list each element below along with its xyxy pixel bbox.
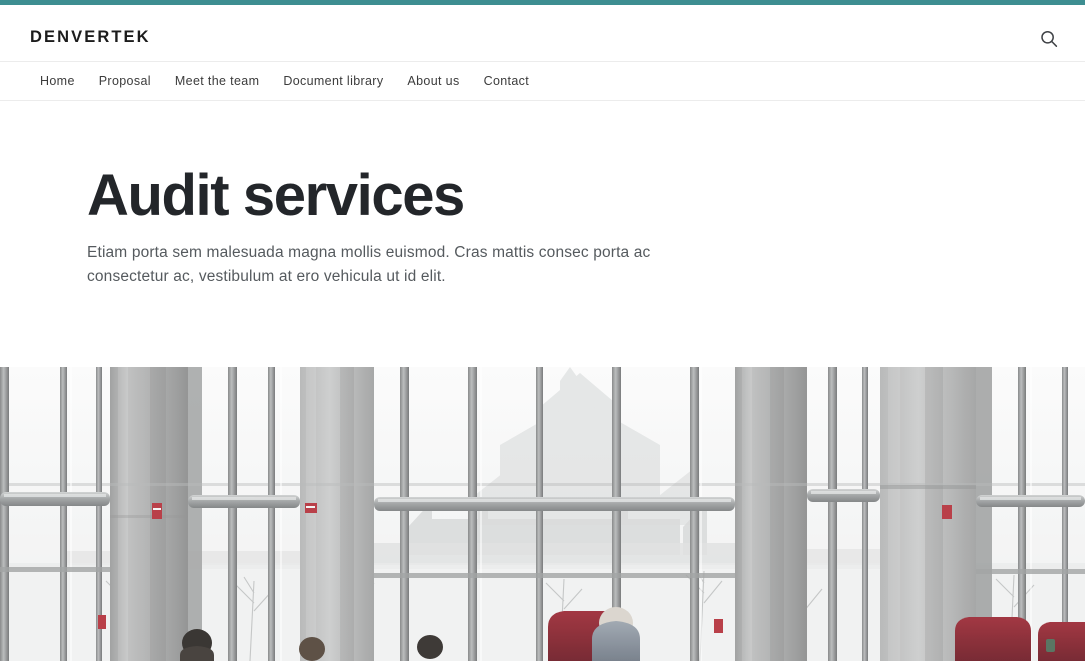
site-logo[interactable]: DENVERTEK [30, 29, 151, 46]
nav-list: Home Proposal Meet the team Document lib… [40, 62, 529, 101]
page-title: Audit services [87, 163, 465, 228]
brand-row: DENVERTEK [0, 5, 1085, 61]
hero-subtitle: Etiam porta sem malesuada magna mollis e… [87, 244, 651, 286]
nav-item-home[interactable]: Home [40, 75, 75, 88]
nav-item-about-us[interactable]: About us [407, 75, 459, 88]
nav-item-contact[interactable]: Contact [484, 75, 530, 88]
page-root: DENVERTEK Home Proposal Meet the team Do… [0, 0, 1085, 661]
nav-item-meet-the-team[interactable]: Meet the team [175, 75, 259, 88]
hero-image [0, 367, 1085, 661]
nav-item-proposal[interactable]: Proposal [99, 75, 151, 88]
main-navigation: Home Proposal Meet the team Document lib… [0, 61, 1085, 101]
search-icon[interactable] [1039, 29, 1059, 49]
hero-text-block: Audit services Etiam porta sem malesuada… [87, 163, 687, 289]
nav-item-document-library[interactable]: Document library [283, 75, 383, 88]
